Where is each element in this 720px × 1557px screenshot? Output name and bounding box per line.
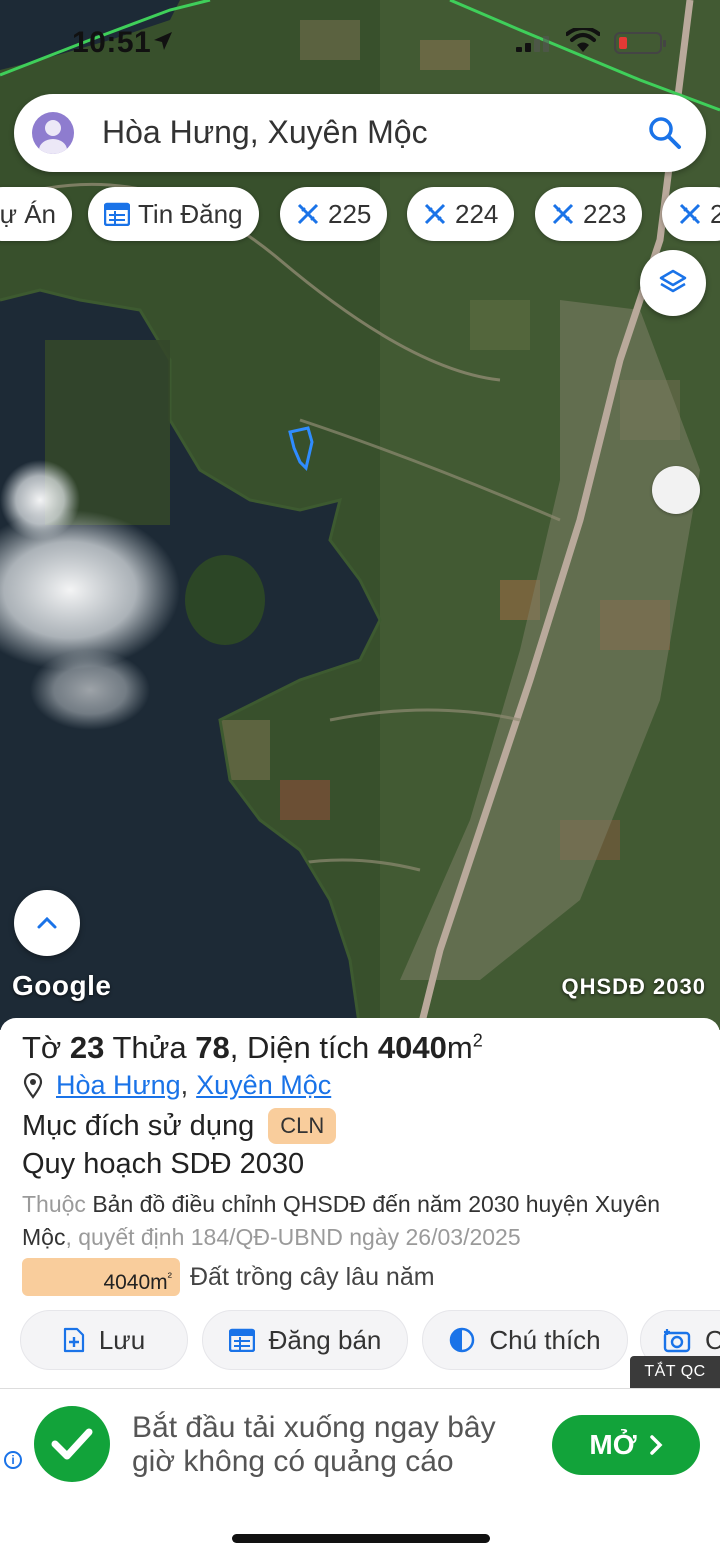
ad-open-button[interactable]: MỞ [552, 1415, 700, 1475]
chip-du-an[interactable]: ự Án [0, 187, 72, 241]
action-bar: Lưu Đăng bán Chú thích C [0, 1310, 720, 1372]
area-unit: m [446, 1030, 473, 1065]
landuse-area-sup: ² [167, 1269, 172, 1284]
area-label: , Diện tích [229, 1030, 370, 1065]
camera-icon [663, 1329, 691, 1353]
map-tool-icon [552, 203, 574, 225]
area-value: 4040 [377, 1030, 447, 1065]
layers-button[interactable] [640, 250, 706, 316]
chip-tin-dang[interactable]: Tin Đăng [88, 187, 259, 241]
status-bar: 10:51 [0, 0, 720, 86]
chip-label: 223 [583, 198, 627, 229]
wifi-icon [566, 28, 600, 52]
legend-icon [450, 1327, 475, 1353]
calendar-icon [228, 1328, 255, 1352]
ad-info-icon[interactable]: i [4, 1451, 22, 1469]
plan-title: Quy hoạch SDĐ 2030 [22, 1148, 305, 1180]
user-avatar[interactable] [32, 112, 74, 154]
legend-label: Chú thích [489, 1324, 601, 1355]
location-arrow-icon [154, 32, 172, 50]
chip-label: 224 [455, 198, 499, 229]
battery-icon [614, 32, 666, 54]
chip-223[interactable]: 223 [535, 187, 643, 241]
desc-prefix: Thuộc [22, 1191, 86, 1217]
overlay-layer-name: QHSDĐ 2030 [561, 974, 706, 999]
search-bar[interactable]: Hòa Hưng, Xuyên Mộc [14, 94, 706, 172]
land-purpose: Mục đích sử dụng CLN [22, 1108, 337, 1144]
status-time: 10:51 [72, 26, 152, 59]
parcel-title: Tờ 23 Thửa 78, Diện tích 4040m2 [22, 1030, 483, 1066]
map-tool-icon [424, 203, 446, 225]
search-icon[interactable] [648, 116, 682, 150]
filter-chips: ự Án Tin Đăng 225 224 223 2 [0, 187, 720, 241]
save-button[interactable]: Lưu [20, 1310, 188, 1370]
expand-up-button[interactable] [14, 890, 80, 956]
chip-label: 2 [710, 198, 720, 229]
map-scroll-handle[interactable] [652, 466, 700, 514]
ad-text: Bắt đầu tải xuống ngay bây giờ không có … [132, 1411, 496, 1478]
chip-label: 225 [328, 198, 372, 229]
chip-label: Tin Đăng [138, 198, 243, 229]
camera-label: C [705, 1324, 720, 1355]
map-tool-icon [297, 203, 319, 225]
checkmark-icon [34, 1406, 110, 1482]
purpose-code-badge: CLN [268, 1108, 337, 1144]
purpose-label: Mục đích sử dụng [22, 1109, 255, 1142]
ward-link[interactable]: Hòa Hưng [56, 1070, 181, 1101]
save-label: Lưu [98, 1324, 146, 1355]
plan-description: Thuộc Bản đồ điều chỉnh QHSDĐ đến năm 20… [22, 1188, 702, 1254]
map-tool-icon [679, 203, 701, 225]
desc-decision: , quyết định 184/QĐ-UBND ngày 26/03/2025 [65, 1224, 521, 1250]
close-ad-button[interactable]: TẮT QC [630, 1356, 720, 1388]
google-attribution: Google [12, 970, 112, 1001]
area-unit-sup: 2 [472, 1030, 483, 1051]
sheet-label: Tờ [22, 1030, 62, 1065]
parcel-location: Hòa Hưng, Xuyên Mộc [22, 1070, 331, 1101]
chevron-right-icon [649, 1435, 663, 1455]
landuse-area-value: 4040m [103, 1271, 168, 1294]
chip-224[interactable]: 224 [407, 187, 515, 241]
chip-225[interactable]: 225 [280, 187, 388, 241]
sheet-number: 23 [69, 1030, 105, 1065]
legend-button[interactable]: Chú thích [422, 1310, 628, 1370]
location-separator: , [180, 1070, 189, 1100]
post-sale-label: Đăng bán [268, 1324, 382, 1355]
bottom-safe-area [0, 1498, 720, 1557]
chevron-up-icon [37, 916, 57, 929]
ad-open-label: MỞ [589, 1429, 637, 1460]
calendar-icon [104, 202, 130, 226]
landuse-area-bar: 4040m² [22, 1258, 180, 1296]
parcel-info-sheet: Tờ 23 Thửa 78, Diện tích 4040m2 Hòa Hưng… [0, 1018, 720, 1378]
map-view[interactable]: 10:51 Hòa Hưng, Xuyên Mộc ự Án Tin Đăng … [0, 0, 720, 1030]
layers-icon [659, 269, 687, 293]
landuse-label: Đất trồng cây lâu năm [190, 1262, 435, 1291]
post-sale-button[interactable]: Đăng bán [202, 1310, 408, 1370]
chip-label: ự Án [0, 198, 56, 229]
parcel-number: 78 [195, 1030, 230, 1065]
location-pin-icon [23, 1072, 43, 1099]
chip-partial[interactable]: 2 [662, 187, 720, 241]
search-query[interactable]: Hòa Hưng, Xuyên Mộc [102, 114, 428, 151]
save-doc-icon [63, 1327, 84, 1353]
home-indicator[interactable] [232, 1534, 490, 1543]
parcel-label: Thửa [112, 1030, 187, 1065]
landuse-row: 4040m² Đất trồng cây lâu năm [22, 1258, 435, 1296]
district-link[interactable]: Xuyên Mộc [196, 1070, 331, 1101]
ad-banner[interactable]: i Bắt đầu tải xuống ngay bây giờ không c… [0, 1388, 720, 1498]
cellular-signal-icon [516, 36, 549, 52]
